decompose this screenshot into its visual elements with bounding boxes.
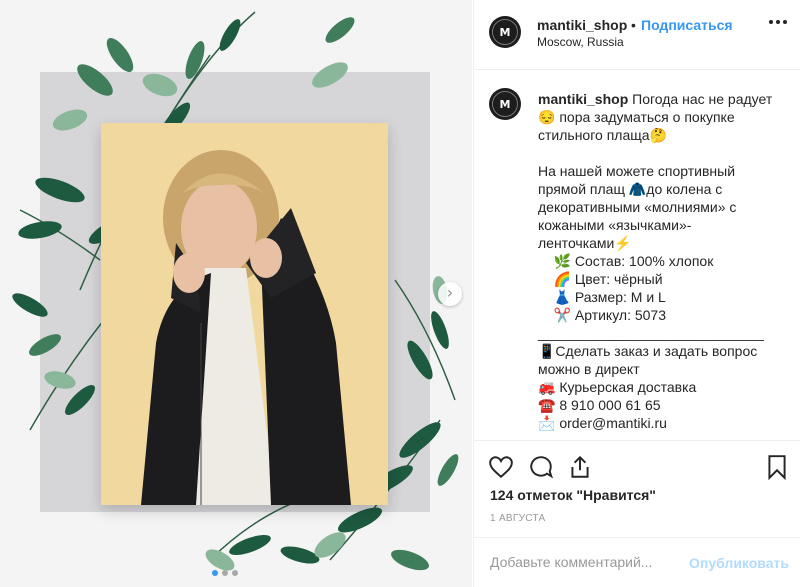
more-dots-icon[interactable] xyxy=(769,20,787,24)
caption-avatar[interactable]: M xyxy=(489,88,521,120)
caption-username-link[interactable]: mantiki_shop xyxy=(538,91,628,107)
location-link[interactable]: Moscow, Russia xyxy=(537,35,624,49)
action-bar xyxy=(474,440,800,490)
caption-area: M mantiki_shop Погода нас не радует 😔 по… xyxy=(474,70,800,440)
post-header: M mantiki_shop • Подписаться Moscow, Rus… xyxy=(474,0,800,70)
carousel-dot xyxy=(222,570,228,576)
bookmark-icon[interactable] xyxy=(764,454,790,480)
carousel-next-button[interactable]: › xyxy=(438,282,462,306)
caption-body: Погода нас не радует 😔 пора задуматься о… xyxy=(538,91,773,431)
carousel-dot xyxy=(212,570,218,576)
carousel-dot xyxy=(232,570,238,576)
likes-count[interactable]: 124 отметок "Нравится" xyxy=(490,487,656,503)
carousel-dots xyxy=(212,570,238,576)
comment-bar: Опубликовать xyxy=(474,537,800,587)
avatar[interactable]: M xyxy=(489,16,521,48)
heart-icon[interactable] xyxy=(488,454,514,480)
chevron-right-icon: › xyxy=(446,283,454,302)
separator-dot: • xyxy=(631,17,636,33)
share-icon[interactable] xyxy=(567,454,593,480)
publish-button[interactable]: Опубликовать xyxy=(689,555,789,571)
product-photo xyxy=(101,123,388,505)
username-link[interactable]: mantiki_shop xyxy=(537,17,627,33)
comment-icon[interactable] xyxy=(528,454,554,480)
post-details-panel: M mantiki_shop • Подписаться Moscow, Rus… xyxy=(473,0,800,587)
post-date: 1 АВГУСТА xyxy=(490,513,546,524)
post-media[interactable]: › xyxy=(0,0,472,587)
woman-in-black-raincoat-illustration xyxy=(101,123,388,505)
comment-input[interactable] xyxy=(490,552,680,572)
follow-button[interactable]: Подписаться xyxy=(641,17,733,33)
caption-text: mantiki_shop Погода нас не радует 😔 пора… xyxy=(538,90,783,432)
